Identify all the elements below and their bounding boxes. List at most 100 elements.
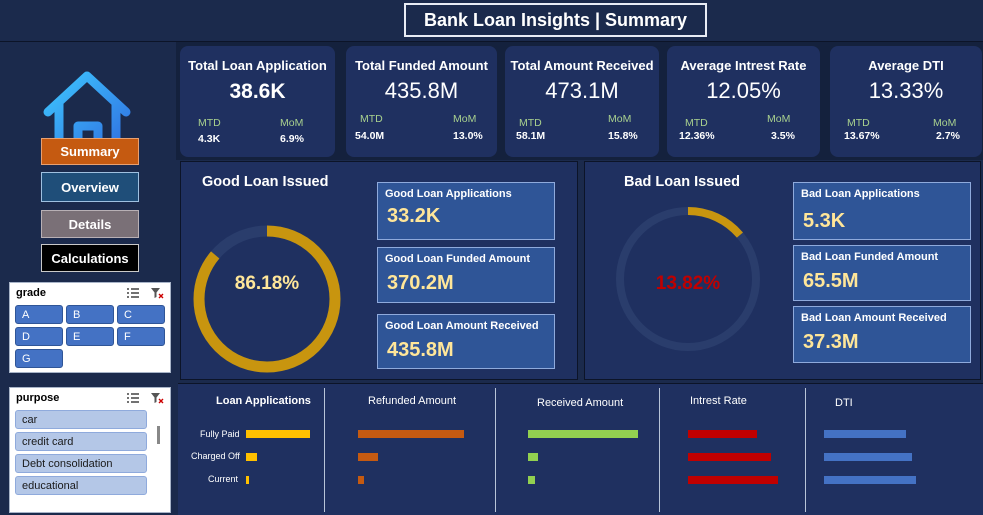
category-label-fully-paid: Fully Paid bbox=[200, 429, 240, 439]
purpose-slicer-header: purpose bbox=[10, 388, 170, 408]
nav-calculations-button[interactable]: Calculations bbox=[41, 244, 139, 272]
chart-title-received-amount: Received Amount bbox=[537, 397, 624, 409]
multi-select-icon[interactable] bbox=[126, 392, 140, 404]
bad-loan-percent: 13.82% bbox=[655, 273, 721, 294]
kpi-mtd-value: 54.0M bbox=[355, 130, 385, 142]
kpi-card-average-interest-rate: Average Intrest Rate 12.05% MTD 12.36% M… bbox=[667, 46, 820, 157]
kpi-title: Total Loan Application bbox=[188, 58, 327, 73]
left-nav-panel: Summary Overview Details Calculations gr… bbox=[2, 42, 174, 513]
good-loan-panel: Good Loan Issued 86.18% Good Loan Applic… bbox=[180, 161, 578, 380]
kpi-mtd-value: 58.1M bbox=[516, 130, 546, 142]
grade-option-b[interactable]: B bbox=[66, 305, 114, 324]
kpi-mtd-label: MTD bbox=[519, 117, 542, 129]
card-title: Good Loan Applications bbox=[385, 188, 512, 200]
grade-slicer-items: A B C D E F G bbox=[10, 303, 170, 370]
kpi-mom-label: MoM bbox=[608, 113, 632, 125]
category-label-charged-off: Charged Off bbox=[191, 451, 240, 461]
bar-dti-1 bbox=[824, 453, 912, 461]
kpi-value: 38.6K bbox=[229, 80, 286, 103]
purpose-scrollbar[interactable] bbox=[157, 426, 160, 444]
chart-title-refunded-amount: Refunded Amount bbox=[368, 395, 457, 407]
divider bbox=[805, 388, 806, 512]
bar-received-1 bbox=[528, 453, 538, 461]
kpi-mom-value: 3.5% bbox=[771, 130, 795, 142]
bar-interest-2 bbox=[688, 476, 778, 484]
good-loan-funded-card: Good Loan Funded Amount 370.2M bbox=[377, 247, 555, 303]
bad-loan-applications-card: Bad Loan Applications 5.3K bbox=[793, 182, 971, 240]
kpi-card-average-dti: Average DTI 13.33% MTD 13.67% MoM 2.7% bbox=[830, 46, 982, 157]
kpi-mtd-label: MTD bbox=[360, 113, 383, 125]
nav-details-button[interactable]: Details bbox=[41, 210, 139, 238]
grade-option-d[interactable]: D bbox=[15, 327, 63, 346]
chart-title-dti: DTI bbox=[835, 397, 853, 409]
clear-filter-icon[interactable] bbox=[150, 287, 164, 299]
bar-refunded-0 bbox=[358, 430, 464, 438]
kpi-value: 13.33% bbox=[868, 78, 944, 103]
grade-slicer: grade A B C D E F G bbox=[9, 282, 171, 373]
card-value: 65.5M bbox=[803, 270, 859, 292]
grade-option-g[interactable]: G bbox=[15, 349, 63, 368]
loan-status-chart-strip: Loan Applications Refunded Amount Receiv… bbox=[178, 383, 983, 515]
kpi-value: 473.1M bbox=[545, 78, 619, 103]
purpose-option-credit-card[interactable]: credit card bbox=[15, 432, 147, 451]
purpose-slicer-items: car credit card Debt consolidation educa… bbox=[10, 408, 170, 500]
bar-dti-0 bbox=[824, 430, 907, 438]
card-title: Good Loan Amount Received bbox=[385, 320, 539, 332]
kpi-mtd-label: MTD bbox=[685, 117, 708, 129]
kpi-mtd-value: 12.36% bbox=[679, 130, 715, 142]
bar-refunded-2 bbox=[358, 476, 364, 484]
clear-filter-icon[interactable] bbox=[150, 392, 164, 404]
good-loan-received-card: Good Loan Amount Received 435.8M bbox=[377, 314, 555, 369]
bar-received-2 bbox=[528, 476, 535, 484]
card-title: Bad Loan Amount Received bbox=[801, 312, 947, 324]
good-loan-title: Good Loan Issued bbox=[202, 174, 329, 190]
bad-loan-received-card: Bad Loan Amount Received 37.3M bbox=[793, 306, 971, 363]
kpi-strip: Total Loan Application 38.6K MTD 4.3K Mo… bbox=[176, 42, 983, 160]
divider bbox=[659, 388, 660, 512]
grade-slicer-title: grade bbox=[16, 287, 46, 299]
bar-dti-2 bbox=[824, 476, 916, 484]
kpi-mom-label: MoM bbox=[280, 117, 304, 129]
kpi-mom-value: 6.9% bbox=[280, 133, 304, 145]
card-value: 37.3M bbox=[803, 331, 859, 353]
multi-select-icon[interactable] bbox=[126, 287, 140, 299]
purpose-option-debt-consolidation[interactable]: Debt consolidation bbox=[15, 454, 147, 473]
bad-loan-funded-card: Bad Loan Funded Amount 65.5M bbox=[793, 245, 971, 301]
grade-option-f[interactable]: F bbox=[117, 327, 165, 346]
grade-option-e[interactable]: E bbox=[66, 327, 114, 346]
kpi-mom-value: 2.7% bbox=[936, 130, 960, 142]
kpi-card-total-amount-received: Total Amount Received 473.1M MTD 58.1M M… bbox=[505, 46, 659, 157]
card-value: 33.2K bbox=[387, 205, 441, 227]
card-title: Good Loan Funded Amount bbox=[385, 253, 531, 265]
card-value: 370.2M bbox=[387, 272, 454, 294]
divider bbox=[324, 388, 325, 512]
purpose-option-car[interactable]: car bbox=[15, 410, 147, 429]
kpi-mom-label: MoM bbox=[933, 117, 957, 129]
kpi-mom-value: 13.0% bbox=[453, 130, 483, 142]
bar-received-0 bbox=[528, 430, 638, 438]
kpi-mtd-label: MTD bbox=[198, 117, 221, 129]
bad-loan-title: Bad Loan Issued bbox=[624, 174, 741, 190]
kpi-mtd-value: 4.3K bbox=[198, 133, 221, 145]
bar-applications-2 bbox=[246, 476, 249, 484]
kpi-value: 12.05% bbox=[706, 78, 781, 103]
grade-option-c[interactable]: C bbox=[117, 305, 165, 324]
kpi-mom-value: 15.8% bbox=[608, 130, 638, 142]
kpi-title: Average Intrest Rate bbox=[680, 58, 807, 73]
purpose-option-educational[interactable]: educational bbox=[15, 476, 147, 495]
bar-applications-0 bbox=[246, 430, 310, 438]
grade-option-a[interactable]: A bbox=[15, 305, 63, 324]
kpi-mtd-value: 13.67% bbox=[844, 130, 880, 142]
bar-interest-0 bbox=[688, 430, 758, 438]
grade-slicer-header: grade bbox=[10, 283, 170, 303]
divider bbox=[495, 388, 496, 512]
good-loan-donut bbox=[193, 225, 341, 373]
kpi-mom-label: MoM bbox=[767, 113, 791, 125]
chart-title-interest-rate: Intrest Rate bbox=[690, 395, 747, 407]
nav-overview-button[interactable]: Overview bbox=[41, 172, 139, 202]
bad-loan-panel: Bad Loan Issued 13.82% Bad Loan Applicat… bbox=[584, 161, 981, 380]
kpi-value: 435.8M bbox=[384, 78, 459, 103]
good-loan-percent: 86.18% bbox=[234, 273, 300, 294]
kpi-title: Average DTI bbox=[868, 58, 944, 73]
nav-summary-button[interactable]: Summary bbox=[41, 138, 139, 165]
